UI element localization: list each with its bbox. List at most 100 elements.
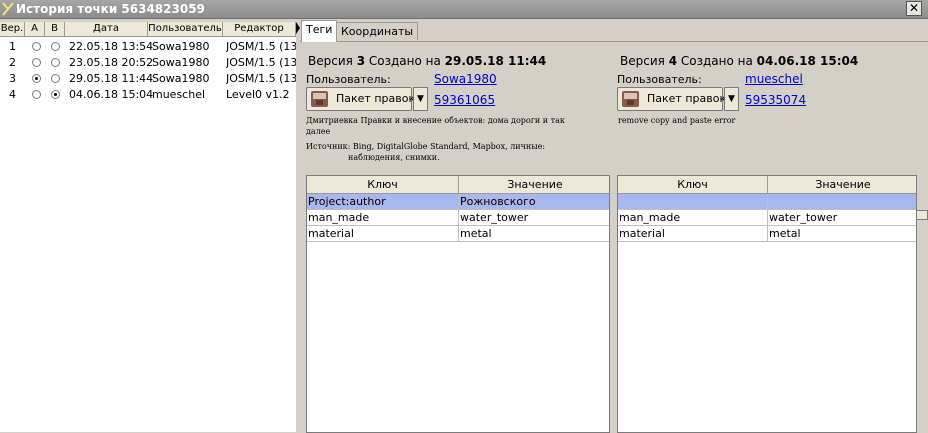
tag-value: water_tower — [459, 210, 609, 226]
changeset-icon — [311, 91, 328, 107]
col-header-key[interactable]: Ключ — [618, 176, 768, 194]
col-header-editor[interactable]: Редактор — [223, 22, 296, 37]
version-number: 4 — [668, 54, 678, 68]
col-header-value[interactable]: Значение — [459, 176, 609, 194]
right-changeset-comment: remove copy and paste error — [618, 115, 908, 126]
row-date: 23.05.18 20:52 — [69, 56, 154, 69]
left-changeset-dropdown[interactable]: ▼ — [413, 87, 428, 111]
tag-key: material — [618, 226, 768, 242]
tag-key: material — [307, 226, 459, 242]
radio-b[interactable] — [51, 42, 60, 51]
left-changeset-link[interactable]: 59361065 — [434, 93, 495, 107]
right-changeset-dropdown[interactable]: ▼ — [724, 87, 739, 111]
row-user: Sowa1980 — [152, 72, 210, 85]
source-line: наблюдения, снимки. — [348, 153, 440, 162]
left-source: Источник: Bing, DigitalGlobe Standard, M… — [306, 141, 596, 163]
table-row[interactable]: material metal — [307, 226, 609, 242]
table-row[interactable]: material metal — [618, 226, 916, 242]
history-row[interactable]: 1 22.05.18 13:54 Sowa1980 JOSM/1.5 (13 — [0, 39, 296, 55]
josm-app-icon — [2, 2, 14, 16]
changeset-button-label: Пакет правок — [647, 92, 727, 105]
tag-key: man_made — [618, 210, 768, 226]
table-row[interactable]: man_made water_tower — [307, 210, 609, 226]
tag-value: Рожновского — [459, 194, 609, 210]
col-header-value[interactable]: Значение — [768, 176, 916, 194]
row-date: 04.06.18 15:04 — [69, 88, 154, 101]
col-header-b[interactable]: B — [45, 22, 65, 37]
row-date: 22.05.18 13:54 — [69, 40, 154, 53]
row-user: Sowa1980 — [152, 56, 210, 69]
col-header-user[interactable]: Пользователь — [148, 22, 223, 37]
right-changeset-button[interactable]: Пакет правок — [617, 87, 727, 111]
window-title: История точки 5634823059 — [16, 2, 205, 16]
right-user-link[interactable]: mueschel — [745, 72, 803, 86]
left-user-label: Пользователь: — [306, 73, 391, 86]
close-icon: ✕ — [908, 1, 920, 15]
radio-a[interactable] — [32, 58, 41, 67]
source-line: Bing, DigitalGlobe Standard, Mapbox, лич… — [352, 142, 546, 151]
history-row[interactable]: 4 04.06.18 15:04 mueschel Level0 v1.2 — [0, 87, 296, 103]
history-row[interactable]: 3 29.05.18 11:44 Sowa1980 JOSM/1.5 (13 — [0, 71, 296, 87]
row-date: 29.05.18 11:44 — [69, 72, 154, 85]
radio-b[interactable] — [51, 58, 60, 67]
radio-a[interactable] — [32, 42, 41, 51]
created-on-label: Создано на — [368, 54, 441, 68]
chevron-down-icon: ▼ — [728, 94, 735, 104]
right-changeset-link[interactable]: 59535074 — [745, 93, 806, 107]
right-version-title: Версия 4 Создано на 04.06.18 15:04 — [620, 54, 858, 68]
col-header-date[interactable]: Дата — [65, 22, 148, 37]
table-scroll-handle[interactable] — [916, 210, 928, 220]
row-user: mueschel — [152, 88, 206, 101]
history-row[interactable]: 2 23.05.18 20:52 Sowa1980 JOSM/1.5 (13 — [0, 55, 296, 71]
radio-b[interactable] — [51, 90, 60, 99]
row-version: 2 — [9, 56, 16, 69]
radio-a[interactable] — [32, 74, 41, 83]
comment-line: remove copy and paste error — [618, 116, 736, 125]
chevron-down-icon: ▼ — [417, 94, 424, 104]
row-version: 3 — [9, 72, 16, 85]
tag-value: metal — [459, 226, 609, 242]
tab-strip: Теги Координаты — [300, 20, 928, 42]
tag-key: man_made — [307, 210, 459, 226]
left-tags-table: Ключ Значение Project:author Рожновского… — [306, 175, 610, 433]
tag-value: metal — [768, 226, 916, 242]
history-table-header: Вер. A B Дата Пользователь Редактор — [0, 22, 296, 37]
row-editor: JOSM/1.5 (13 — [226, 56, 296, 69]
right-user-label: Пользователь: — [617, 73, 702, 86]
tag-value — [768, 194, 916, 210]
row-editor: JOSM/1.5 (13 — [226, 72, 296, 85]
radio-a[interactable] — [32, 90, 41, 99]
changeset-icon — [622, 91, 639, 107]
version-prefix: Версия — [620, 54, 665, 68]
comment-line: далее — [306, 127, 331, 136]
col-header-a[interactable]: A — [25, 22, 45, 37]
row-editor: JOSM/1.5 (13 — [226, 40, 296, 53]
table-row[interactable]: Project:author Рожновского — [307, 194, 609, 210]
created-on-label: Создано на — [680, 54, 753, 68]
history-table: Вер. A B Дата Пользователь Редактор 1 22… — [0, 22, 296, 432]
table-row[interactable] — [618, 194, 916, 210]
changeset-button-label: Пакет правок — [336, 92, 416, 105]
col-header-version[interactable]: Вер. — [0, 22, 25, 37]
tag-key — [618, 194, 768, 210]
row-version: 1 — [9, 40, 16, 53]
radio-b[interactable] — [51, 74, 60, 83]
close-button[interactable]: ✕ — [906, 1, 922, 16]
window-titlebar: История точки 5634823059 ✕ — [0, 0, 928, 19]
tab-tags[interactable]: Теги — [301, 20, 338, 42]
tab-coordinates[interactable]: Координаты — [336, 22, 419, 40]
version-prefix: Версия — [308, 54, 353, 68]
tag-value: water_tower — [768, 210, 916, 226]
tags-panel: Версия 3 Создано на 29.05.18 11:44 Польз… — [300, 41, 928, 433]
version-date: 29.05.18 11:44 — [444, 54, 547, 68]
version-date: 04.06.18 15:04 — [756, 54, 859, 68]
left-changeset-button[interactable]: Пакет правок — [306, 87, 416, 111]
col-header-key[interactable]: Ключ — [307, 176, 459, 194]
left-version-title: Версия 3 Создано на 29.05.18 11:44 — [308, 54, 546, 68]
row-version: 4 — [9, 88, 16, 101]
right-tags-table: Ключ Значение man_made water_tower mater… — [617, 175, 917, 433]
row-editor: Level0 v1.2 — [226, 88, 290, 101]
tag-key: Project:author — [307, 194, 459, 210]
table-row[interactable]: man_made water_tower — [618, 210, 916, 226]
left-user-link[interactable]: Sowa1980 — [434, 72, 497, 86]
